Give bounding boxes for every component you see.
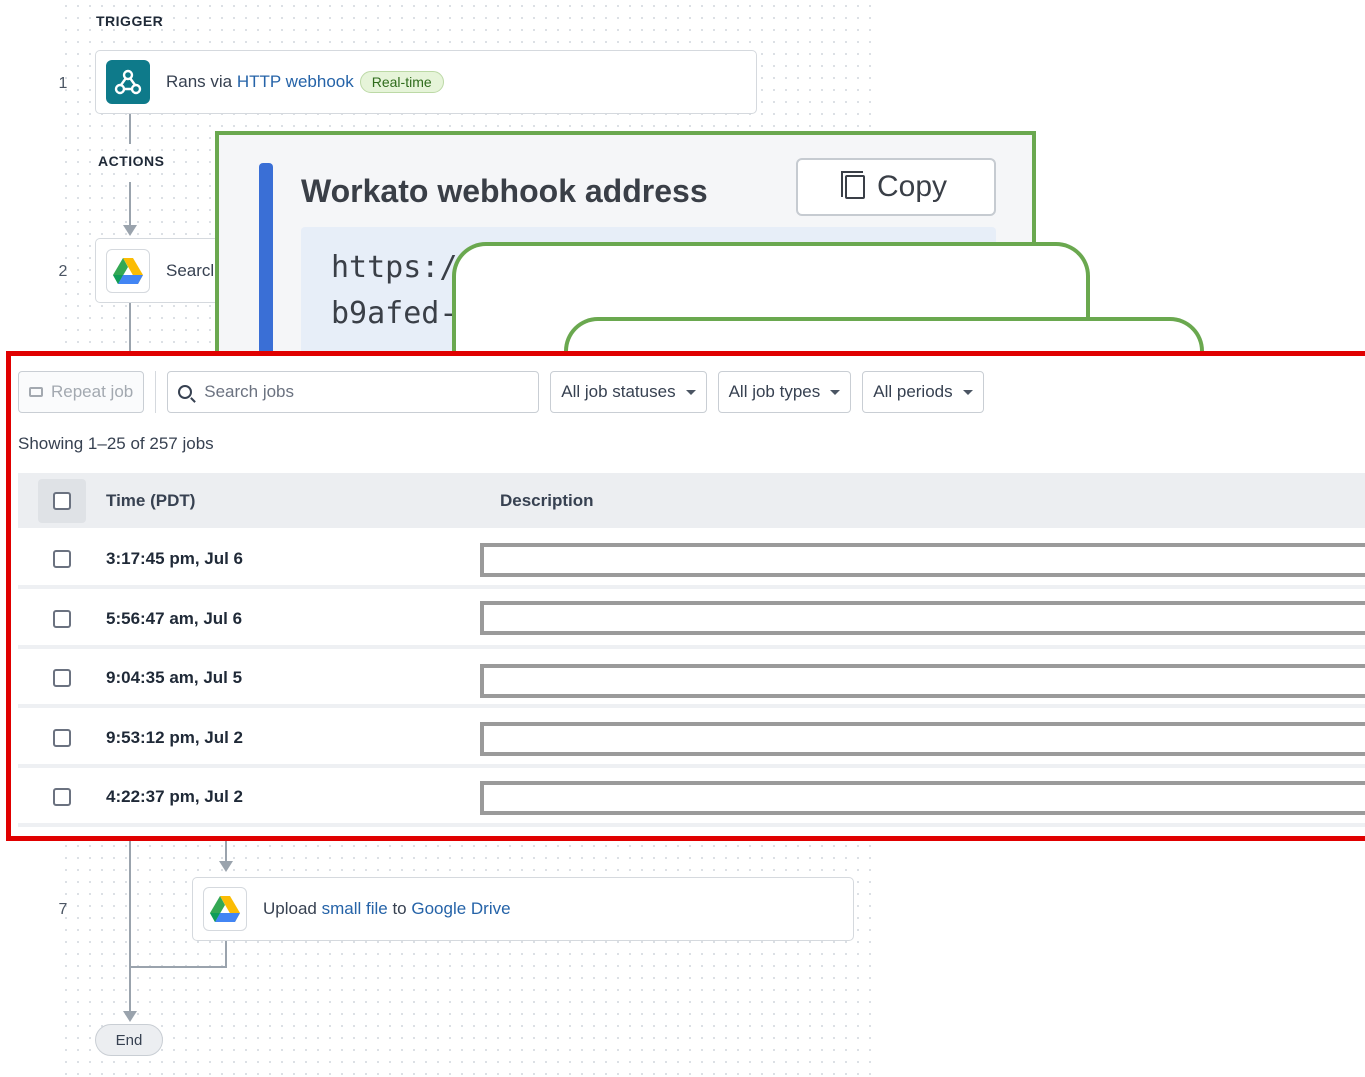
webhook-title: Workato webhook address <box>301 173 708 209</box>
period-filter[interactable]: All periods <box>862 371 984 413</box>
copy-button[interactable]: Copy <box>796 158 996 216</box>
job-time: 4:22:37 pm, Jul 2 <box>106 787 244 806</box>
connector <box>129 303 131 351</box>
chevron-down-icon <box>962 389 973 395</box>
repeat-job-button[interactable]: Repeat job <box>18 371 145 413</box>
table-row[interactable]: 4:22:37 pm, Jul 2 <box>18 771 1365 827</box>
step-number: 2 <box>58 263 68 280</box>
google-drive-link[interactable]: Google Drive <box>411 899 510 919</box>
connector <box>225 840 227 862</box>
connector <box>129 182 131 226</box>
table-header: Time (PDT) Description <box>18 473 1365 528</box>
table-row[interactable]: 3:17:45 pm, Jul 6 <box>18 533 1365 589</box>
job-status-filter[interactable]: All job statuses <box>550 371 707 413</box>
table-row[interactable]: 9:53:12 pm, Jul 2 <box>18 712 1365 768</box>
trigger-section-label: TRIGGER <box>96 13 164 29</box>
actions-section-label: ACTIONS <box>98 153 165 169</box>
job-time: 5:56:47 am, Jul 6 <box>106 609 243 628</box>
search-jobs-input[interactable]: Search jobs <box>167 371 540 413</box>
redacted-description <box>480 722 1365 756</box>
chevron-down-icon <box>830 389 841 395</box>
job-time: 9:53:12 pm, Jul 2 <box>106 728 244 747</box>
upload-step-card[interactable]: Upload small file to Google Drive <box>192 877 854 941</box>
arrow-down-icon <box>219 861 233 872</box>
copy-label: Copy <box>876 170 948 203</box>
small-file-link[interactable]: small file <box>322 899 388 919</box>
upload-prefix: Upload <box>263 899 322 918</box>
redacted-description <box>480 781 1365 815</box>
repeat-icon <box>29 387 43 397</box>
search-icon <box>178 385 193 399</box>
table-row[interactable]: 9:04:35 am, Jul 5 <box>18 652 1365 708</box>
filter-label: All periods <box>873 382 953 401</box>
row-check-cell <box>18 669 106 687</box>
row-check-cell <box>18 550 106 568</box>
jobs-count: Showing 1–25 of 257 jobs <box>18 434 214 453</box>
description-column-header: Description <box>500 490 594 510</box>
select-all-wrapper <box>38 478 86 523</box>
repeat-job-label: Repeat job <box>51 382 134 401</box>
arrow-down-icon <box>123 225 137 236</box>
redacted-description <box>480 664 1365 698</box>
job-time: 3:17:45 pm, Jul 6 <box>106 549 244 568</box>
search-placeholder: Search jobs <box>204 382 295 401</box>
row-checkbox[interactable] <box>53 729 71 747</box>
jobs-panel: Repeat job Search jobs All job statuses … <box>6 351 1365 841</box>
chevron-down-icon <box>685 389 696 395</box>
upload-middle: to <box>387 899 412 918</box>
job-type-filter[interactable]: All job types <box>717 371 852 413</box>
row-checkbox[interactable] <box>53 550 71 568</box>
filter-label: All job types <box>728 382 821 401</box>
trigger-step-card[interactable]: Rans via HTTP webhook Real-time <box>95 50 757 114</box>
table-row[interactable]: 5:56:47 am, Jul 6 <box>18 593 1365 649</box>
step-number: 1 <box>58 75 68 92</box>
accent-bar <box>259 163 273 367</box>
time-column-header[interactable]: Time (PDT) <box>106 491 500 511</box>
webhook-icon <box>106 60 150 104</box>
connector <box>129 840 131 1012</box>
jobs-toolbar: Repeat job Search jobs All job statuses … <box>18 371 995 413</box>
step-number: 7 <box>58 901 68 918</box>
row-check-cell <box>18 788 106 806</box>
filter-label: All job statuses <box>561 382 676 401</box>
copy-icon <box>840 171 865 199</box>
row-checkbox[interactable] <box>53 669 71 687</box>
trigger-prefix: Rans via <box>166 72 237 91</box>
trigger-app-link[interactable]: HTTP webhook <box>237 72 354 92</box>
google-drive-icon <box>106 248 150 293</box>
end-node: End <box>95 1024 163 1056</box>
row-check-cell <box>18 729 106 747</box>
toolbar-divider <box>155 371 157 413</box>
row-checkbox[interactable] <box>53 610 71 628</box>
connector <box>129 966 227 968</box>
action-step-label: Searcl <box>166 260 215 280</box>
redacted-description <box>480 543 1365 577</box>
realtime-badge: Real-time <box>359 71 444 93</box>
job-time: 9:04:35 am, Jul 5 <box>106 668 243 687</box>
redacted-description <box>480 601 1365 635</box>
select-all-checkbox[interactable] <box>53 491 71 510</box>
google-drive-icon <box>203 887 247 931</box>
row-checkbox[interactable] <box>53 788 71 806</box>
header-check-cell <box>18 478 106 523</box>
connector <box>129 114 131 144</box>
connector <box>225 940 227 968</box>
row-check-cell <box>18 610 106 628</box>
arrow-down-icon <box>123 1011 137 1022</box>
